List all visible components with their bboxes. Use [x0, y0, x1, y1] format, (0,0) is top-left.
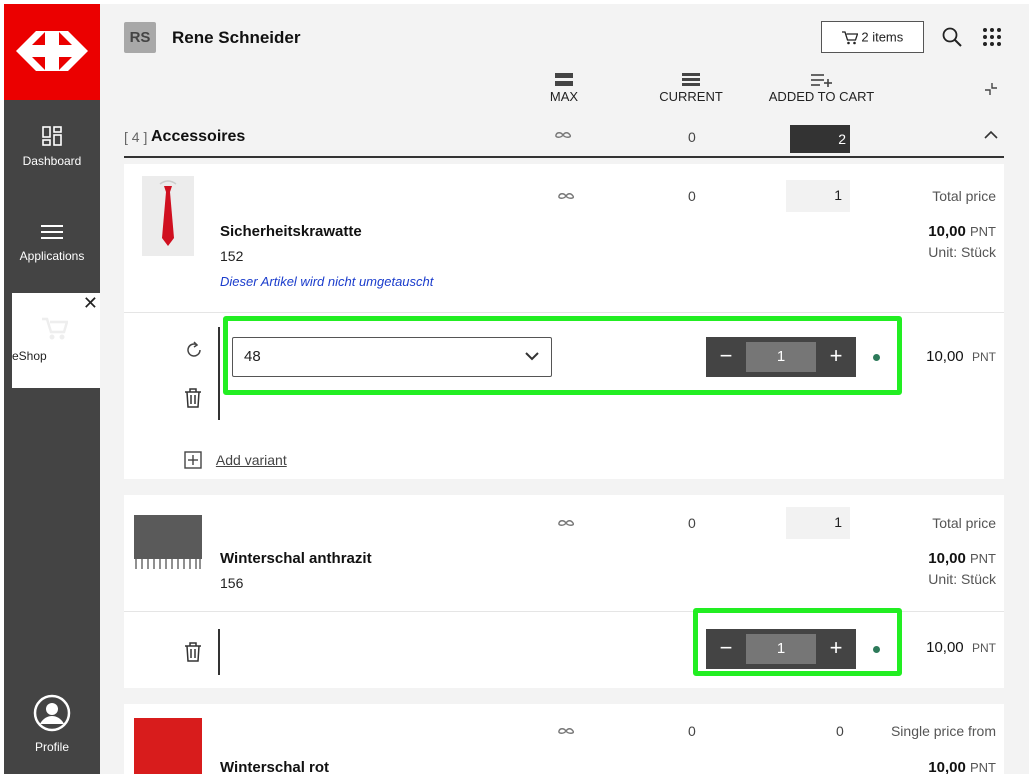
sidebar-item-dashboard[interactable]: Dashboard: [4, 126, 100, 168]
variant-divider: [218, 629, 220, 675]
cart-small-icon: [841, 30, 859, 44]
profile-icon: [33, 694, 71, 732]
price-label: Total price: [932, 515, 996, 531]
decrement-button[interactable]: −: [706, 629, 746, 669]
product-number: 156: [220, 575, 244, 591]
product-image-red-scarf: [130, 714, 206, 774]
product-current: 0: [688, 515, 696, 531]
infinity-icon: [558, 520, 575, 526]
price-label: Total price: [932, 188, 996, 204]
search-icon[interactable]: [942, 27, 962, 47]
product-name: Winterschal rot: [220, 759, 330, 774]
sidebar-item-label: Applications: [19, 249, 85, 263]
trash-icon[interactable]: [184, 388, 202, 408]
dashboard-icon: [42, 126, 62, 146]
decrement-button[interactable]: −: [706, 337, 746, 377]
quantity-stepper[interactable]: − 1 +: [706, 337, 856, 377]
column-current-label: CURRENT: [659, 89, 723, 104]
playlist-add-icon: [810, 74, 832, 87]
product-quantity: 1: [786, 507, 850, 539]
infinity-icon: [555, 132, 572, 138]
quantity-stepper[interactable]: − 1 +: [706, 629, 856, 669]
variant-divider: [218, 327, 220, 420]
avatar[interactable]: RS: [124, 22, 156, 53]
column-added: ADDED TO CART: [764, 73, 879, 104]
category-current: 0: [688, 129, 696, 145]
brand-logo[interactable]: [4, 4, 100, 100]
category-name: Accessoires: [151, 128, 246, 145]
category-count: [ 4 ]: [124, 129, 148, 145]
divider: [124, 312, 1004, 313]
sidebar-item-label: Profile: [34, 740, 69, 754]
line-price: 10,00 PNT: [926, 348, 996, 365]
close-eshop-icon[interactable]: ✕: [83, 293, 98, 314]
reset-icon[interactable]: [184, 340, 204, 360]
product-quantity: 1: [786, 180, 850, 212]
product-card: Winterschal anthrazit 156 0 1 Total pric…: [124, 495, 1004, 688]
product-current: 0: [688, 188, 696, 204]
add-box-icon: [184, 451, 202, 469]
sidebar-item-applications[interactable]: Applications: [4, 223, 100, 263]
product-card: Winterschal rot 0 0 Single price from 10…: [124, 704, 1004, 774]
product-image-scarf: [130, 509, 206, 571]
max-icon: [555, 73, 573, 86]
user-name: Rene Schneider: [172, 28, 301, 47]
sbb-logo-icon: [12, 25, 92, 77]
cart-button[interactable]: 2 items: [821, 21, 924, 53]
size-select[interactable]: 48: [232, 337, 552, 377]
column-max: MAX: [543, 73, 585, 104]
cart-button-label: 2 items: [861, 29, 904, 45]
sidebar-item-profile[interactable]: Profile: [4, 694, 100, 754]
app-frame: Dashboard Applications ✕ eShop Profile R…: [4, 4, 1029, 774]
product-note: Dieser Artikel wird nicht umgetauscht: [220, 274, 434, 289]
product-card: Sicherheitskrawatte 152 Dieser Artikel w…: [124, 164, 1004, 479]
increment-button[interactable]: +: [816, 629, 856, 669]
product-unit: Unit: Stück: [928, 571, 996, 587]
cart-icon: [42, 317, 68, 340]
product-name: Winterschal anthrazit: [220, 550, 372, 567]
product-quantity: 0: [836, 723, 844, 739]
column-added-label: ADDED TO CART: [768, 89, 875, 104]
current-icon: [682, 73, 700, 86]
product-price: 10,00 PNT: [928, 759, 996, 774]
line-price: 10,00 PNT: [926, 639, 996, 656]
collapse-icon[interactable]: [984, 82, 998, 96]
product-image-tie: [142, 176, 194, 256]
price-label: Single price from: [890, 723, 996, 739]
product-price: 10,00 PNT: [928, 223, 996, 240]
sidebar-item-label: Dashboard: [22, 154, 82, 168]
stepper-value[interactable]: 1: [746, 342, 816, 372]
product-current: 0: [688, 723, 696, 739]
sidebar-item-eshop[interactable]: ✕ eShop: [12, 293, 100, 388]
status-dot: [873, 354, 880, 361]
category-added: 2: [790, 125, 850, 153]
apps-grid-icon[interactable]: [983, 28, 1001, 46]
infinity-icon: [558, 728, 575, 734]
add-variant-button[interactable]: Add variant: [184, 451, 287, 469]
product-unit: Unit: Stück: [928, 244, 996, 260]
stepper-value[interactable]: 1: [746, 634, 816, 664]
column-max-label: MAX: [549, 89, 579, 104]
product-price: 10,00 PNT: [928, 550, 996, 567]
menu-icon: [41, 225, 63, 239]
product-number: 152: [220, 248, 244, 264]
add-variant-label: Add variant: [215, 452, 287, 469]
increment-button[interactable]: +: [816, 337, 856, 377]
category-row[interactable]: [ 4 ] Accessoires 0 2: [124, 120, 1004, 158]
status-dot: [873, 646, 880, 653]
chevron-up-icon[interactable]: [984, 130, 998, 140]
chevron-down-icon: [525, 352, 539, 361]
column-current: CURRENT: [651, 73, 731, 104]
trash-icon[interactable]: [184, 642, 202, 662]
size-select-value: 48: [244, 348, 261, 365]
product-name: Sicherheitskrawatte: [220, 223, 362, 240]
sidebar-item-label: eShop: [12, 349, 47, 363]
infinity-icon: [558, 193, 575, 199]
sidebar: Dashboard Applications ✕ eShop Profile: [4, 4, 100, 774]
